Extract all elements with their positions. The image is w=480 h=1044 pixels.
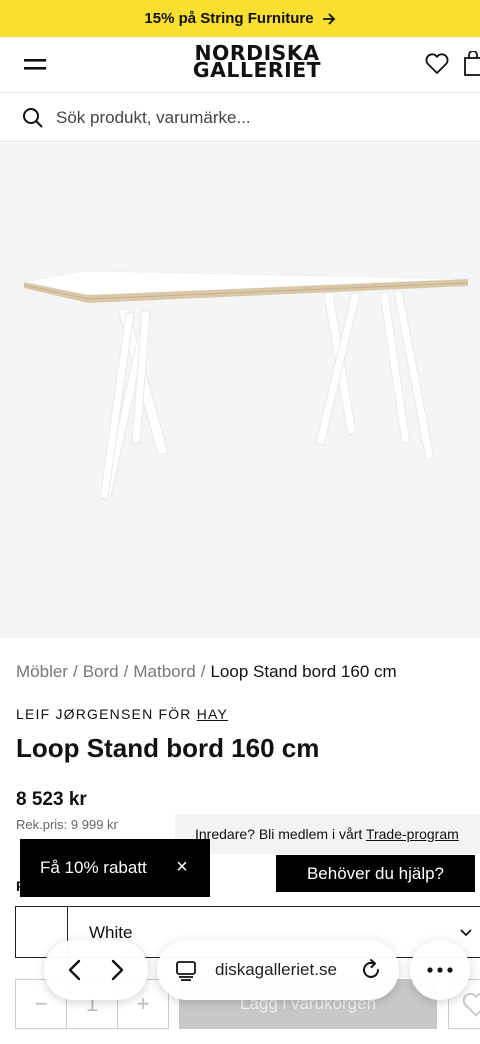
breadcrumb-separator: / xyxy=(200,662,206,681)
trade-program-link[interactable]: Trade-program xyxy=(366,826,459,842)
forward-icon[interactable] xyxy=(106,958,128,982)
promo-text: 15% på String Furniture xyxy=(144,10,314,27)
address-bar[interactable]: diskagalleriet.se xyxy=(157,940,399,1000)
product-title: Loop Stand bord 160 cm xyxy=(16,733,320,763)
promo-banner[interactable]: 15% på String Furniture xyxy=(0,0,480,37)
product-image[interactable] xyxy=(0,143,480,638)
breadcrumb-item-mobler[interactable]: Möbler xyxy=(16,662,68,681)
search-input[interactable] xyxy=(56,104,456,132)
designer-name: LEIF JØRGENSEN FÖR xyxy=(16,706,192,722)
heart-icon[interactable] xyxy=(424,51,450,77)
tabs-icon[interactable] xyxy=(175,959,197,981)
breadcrumb-separator: / xyxy=(123,662,129,681)
discount-text: Få 10% rabatt xyxy=(40,858,147,877)
regular-price: Rek.pris: 9 999 kr xyxy=(16,817,118,832)
logo[interactable]: NORDISKA GALLERIET xyxy=(178,43,335,82)
breadcrumb: Möbler / Bord / Matbord / Loop Stand bord 160 … xyxy=(16,662,397,682)
reload-icon[interactable] xyxy=(359,958,383,982)
browser-nav xyxy=(44,940,148,1000)
table-illustration xyxy=(23,270,469,502)
logo-line-2: GALLERIET xyxy=(192,58,322,82)
back-icon[interactable] xyxy=(64,958,86,982)
trade-banner: Inredare? Bli medlem i vårt Trade-progra… xyxy=(175,814,480,854)
menu-icon[interactable] xyxy=(22,54,48,76)
bag-icon[interactable] xyxy=(463,51,480,77)
more-button[interactable] xyxy=(410,940,470,1000)
breadcrumb-item-bord[interactable]: Bord xyxy=(83,662,119,681)
breadcrumb-item-matbord[interactable]: Matbord xyxy=(133,662,195,681)
more-icon xyxy=(427,967,453,973)
close-icon[interactable]: × xyxy=(172,857,192,877)
heart-icon xyxy=(462,992,480,1017)
breadcrumb-current: Loop Stand bord 160 cm xyxy=(210,662,397,681)
chevron-down-icon xyxy=(460,929,472,937)
help-button[interactable]: Behöver du hjälp? xyxy=(276,855,475,892)
breadcrumb-separator: / xyxy=(72,662,78,681)
product-designer: LEIF JØRGENSEN FÖR HAY xyxy=(16,706,228,722)
arrow-right-icon xyxy=(322,12,335,25)
search-bar xyxy=(0,94,480,142)
trade-text: Inredare? Bli medlem i vårt xyxy=(195,826,366,842)
brand-link[interactable]: HAY xyxy=(197,706,228,722)
site-header: NORDISKA GALLERIET xyxy=(0,37,480,93)
product-price: 8 523 kr xyxy=(16,789,87,810)
discount-popup[interactable]: Få 10% rabatt × xyxy=(20,839,210,897)
url-text: diskagalleriet.se xyxy=(215,960,337,979)
search-icon xyxy=(23,108,43,128)
